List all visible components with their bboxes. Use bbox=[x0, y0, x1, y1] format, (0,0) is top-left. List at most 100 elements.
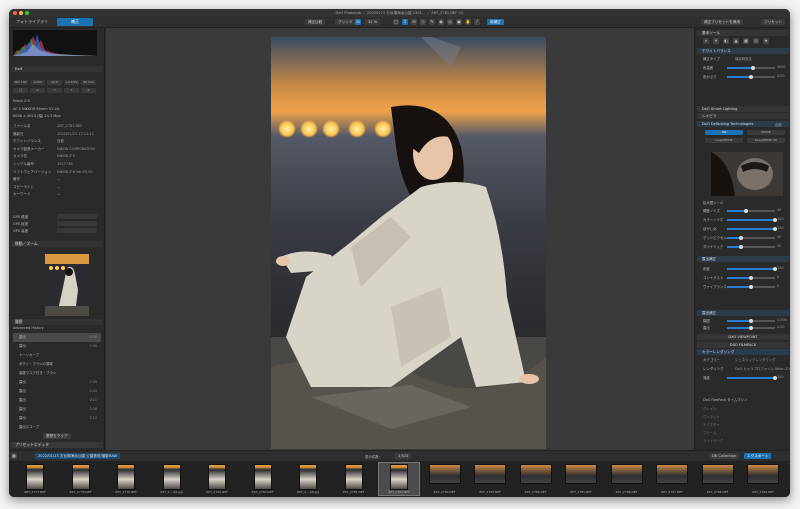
filmstrip-thumbnail[interactable]: Z6T_2778.NEF bbox=[61, 463, 101, 495]
slider-value[interactable]: 100 bbox=[777, 226, 783, 230]
effect-item[interactable]: ヴィネット bbox=[703, 414, 720, 419]
color-rendering-header[interactable]: カラーレンダリング bbox=[697, 349, 789, 355]
crop-icon[interactable]: ⌗ bbox=[402, 19, 408, 25]
filmstrip-thumbnail[interactable]: Z6T_2779.NEF bbox=[106, 463, 146, 495]
presets-button[interactable]: プリセット bbox=[761, 19, 785, 25]
slider-value[interactable]: 0.00 bbox=[777, 325, 785, 329]
filmstrip[interactable]: Z6T_2777.NEF Z6T_2778.NEF Z6T_2779.NEF Z6T_… bbox=[9, 461, 790, 497]
geometry-icon[interactable]: ▦ bbox=[743, 38, 749, 44]
slider-track[interactable] bbox=[727, 235, 775, 240]
slider-track[interactable] bbox=[727, 275, 775, 280]
filmstrip-thumbnail[interactable]: Z6T_2787.NEF bbox=[652, 463, 692, 495]
tab-customize[interactable]: 補正 bbox=[57, 18, 93, 26]
slider-track[interactable] bbox=[727, 226, 777, 231]
slider-value[interactable]: 30 bbox=[777, 244, 781, 248]
slider-knob[interactable] bbox=[749, 284, 753, 289]
denoise-mode[interactable]: 自動 bbox=[775, 122, 782, 127]
straighten-icon[interactable]: ⊞ bbox=[355, 19, 361, 25]
filmstrip-thumbnail[interactable]: Z6T_2785.NEF bbox=[561, 463, 601, 495]
slider-knob[interactable] bbox=[744, 208, 749, 213]
denoise-option[interactable]: DeepPRIME bbox=[705, 138, 743, 143]
slider-value[interactable]: ジェネリックレンダリング bbox=[735, 357, 776, 362]
detail-icon[interactable]: ▲ bbox=[733, 38, 739, 44]
filmstrip-thumbnail[interactable]: Z6T_2781.NEF bbox=[334, 463, 374, 495]
history-item[interactable]: 露出スコープ bbox=[13, 423, 101, 432]
filmstrip-thumbnail[interactable]: Z6T_2783.NEF bbox=[470, 463, 510, 495]
slider-value[interactable]: 100 bbox=[777, 266, 783, 270]
slider-knob[interactable] bbox=[749, 74, 753, 79]
folder-path[interactable]: 2022/01/23 お台場海浜公園 公園鉄塔/撮影RAW bbox=[35, 453, 121, 459]
history-item[interactable]: 露出 0.35 bbox=[13, 378, 101, 387]
slider-value[interactable]: 撮影時設定 bbox=[735, 56, 752, 61]
slider-track[interactable] bbox=[727, 318, 775, 323]
tone-header[interactable]: 露出補正 bbox=[697, 256, 789, 262]
filter-icon[interactable]: ⌕ bbox=[703, 38, 709, 44]
slider-track[interactable] bbox=[727, 266, 777, 271]
preset-editor-header[interactable]: プリセットエディタ bbox=[11, 442, 103, 448]
preview-button[interactable]: 前補正 bbox=[487, 19, 504, 25]
filmstrip-thumbnail[interactable]: Z6T_2780.NEF bbox=[197, 463, 237, 495]
slider-track[interactable] bbox=[727, 65, 775, 70]
filmstrip-thumbnail[interactable]: Z6T_2786.NEF bbox=[607, 463, 647, 495]
filmstrip-thumbnail[interactable]: Z6T_2782.NEF bbox=[425, 463, 465, 495]
exif-panel-header[interactable]: Exif bbox=[11, 66, 103, 72]
navigator-preview[interactable] bbox=[45, 254, 89, 316]
local-icon[interactable]: ◎ bbox=[753, 38, 759, 44]
denoise-option[interactable]: DeepPRIME XD bbox=[747, 138, 785, 143]
slider-value[interactable]: 100 bbox=[777, 375, 783, 379]
denoise-option[interactable]: HQ bbox=[705, 130, 743, 135]
smart-lighting-header[interactable]: DxO Smart Lighting bbox=[697, 106, 789, 112]
image-viewer[interactable] bbox=[106, 28, 694, 450]
history-item[interactable]: 高度マスク付き・ブラシ bbox=[13, 369, 101, 378]
slider-value[interactable]: 0.000 bbox=[777, 318, 787, 322]
navigator-panel-header[interactable]: 移動／ズーム bbox=[11, 241, 103, 247]
filmstrip-thumbnail[interactable]: Z6T_2....99.jpg bbox=[152, 463, 192, 495]
history-item[interactable]: トーンカーブ bbox=[13, 351, 101, 360]
clearview-header[interactable]: レイビラ bbox=[697, 113, 789, 119]
slider-value[interactable]: DxO カメラプロファイル Nikon Z 6 bbox=[735, 366, 790, 371]
slider-value[interactable]: 100 bbox=[777, 217, 783, 221]
red-eye-icon[interactable]: ◎ bbox=[447, 19, 453, 25]
denoise-option[interactable]: PRIME bbox=[747, 130, 785, 135]
collection-button[interactable]: DB Collection bbox=[709, 453, 740, 459]
export-button[interactable]: エクスポート bbox=[744, 453, 772, 459]
effect-item[interactable]: グレイン bbox=[703, 406, 717, 411]
slider-knob[interactable] bbox=[751, 65, 756, 70]
slider-value[interactable]: 0.00 bbox=[777, 74, 785, 78]
slider-knob[interactable] bbox=[739, 244, 744, 249]
filmstrip-thumbnail[interactable]: Z6T_2789.NEF bbox=[743, 463, 783, 495]
grid-view-icon[interactable]: ▦ bbox=[11, 453, 17, 459]
repair-icon[interactable]: ✎ bbox=[429, 19, 435, 25]
slider-value[interactable]: 4900 bbox=[777, 65, 786, 69]
color-icon[interactable]: ◐ bbox=[723, 38, 729, 44]
basic-tools-header[interactable]: 基本ツール bbox=[697, 30, 789, 36]
eyedropper-icon[interactable]: ⁄ bbox=[474, 19, 480, 25]
watermark-icon[interactable]: ▣ bbox=[456, 19, 462, 25]
history-item[interactable]: ボディ・ブラシの領域 bbox=[13, 360, 101, 369]
filmstrip-thumbnail[interactable]: Z6T_2784.NEF bbox=[516, 463, 556, 495]
slider-knob[interactable] bbox=[749, 318, 753, 323]
gps-field[interactable] bbox=[57, 228, 97, 233]
effect-item[interactable]: テクスチャ bbox=[703, 422, 720, 427]
light-icon[interactable]: ☀ bbox=[713, 38, 719, 44]
history-item[interactable]: 露出 0.11 bbox=[13, 396, 101, 405]
slider-knob[interactable] bbox=[749, 325, 753, 330]
effects-icon[interactable]: ★ bbox=[763, 38, 769, 44]
filmstrip-thumbnail[interactable]: Z6T_2....98.jpg bbox=[288, 463, 328, 495]
slider-track[interactable] bbox=[727, 284, 775, 289]
slider-track[interactable] bbox=[727, 325, 775, 330]
local-adjust-icon[interactable]: ◉ bbox=[438, 19, 444, 25]
slider-knob[interactable] bbox=[749, 275, 753, 280]
slider-knob[interactable] bbox=[739, 235, 744, 240]
slider-value[interactable]: 40 bbox=[777, 208, 781, 212]
slider-value[interactable]: 0 bbox=[777, 284, 779, 288]
slider-track[interactable] bbox=[727, 208, 775, 213]
history-item[interactable]: 露出 0.30 bbox=[13, 342, 101, 351]
gps-field[interactable] bbox=[57, 214, 97, 219]
white-balance-header[interactable]: ホワイトバランス bbox=[697, 48, 789, 54]
exposure-header[interactable]: 露出補正 bbox=[697, 310, 789, 316]
slider-value[interactable]: 30 bbox=[777, 235, 781, 239]
clear-history-button[interactable]: 履歴をクリア bbox=[43, 433, 71, 439]
hand-icon[interactable]: ✋ bbox=[465, 19, 471, 25]
history-item[interactable]: 露出 0.06 bbox=[13, 405, 101, 414]
